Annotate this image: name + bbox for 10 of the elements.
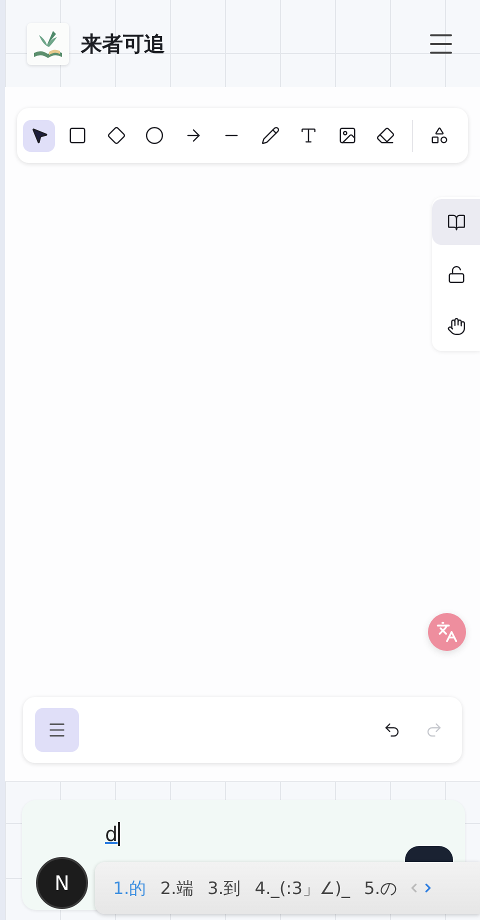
- logo-icon: [27, 22, 69, 64]
- menu-icon[interactable]: [35, 708, 79, 752]
- app-title: 来者可追: [81, 30, 166, 58]
- select-icon[interactable]: [23, 120, 55, 152]
- candidate-item[interactable]: 3.到: [207, 876, 241, 900]
- input-text: d: [105, 822, 120, 846]
- candidate-item[interactable]: 5.の: [364, 876, 398, 900]
- book-icon[interactable]: [432, 199, 480, 245]
- candidate-item[interactable]: 2.端: [160, 876, 194, 900]
- candidate-item[interactable]: 4._(:3」∠)_: [254, 876, 350, 900]
